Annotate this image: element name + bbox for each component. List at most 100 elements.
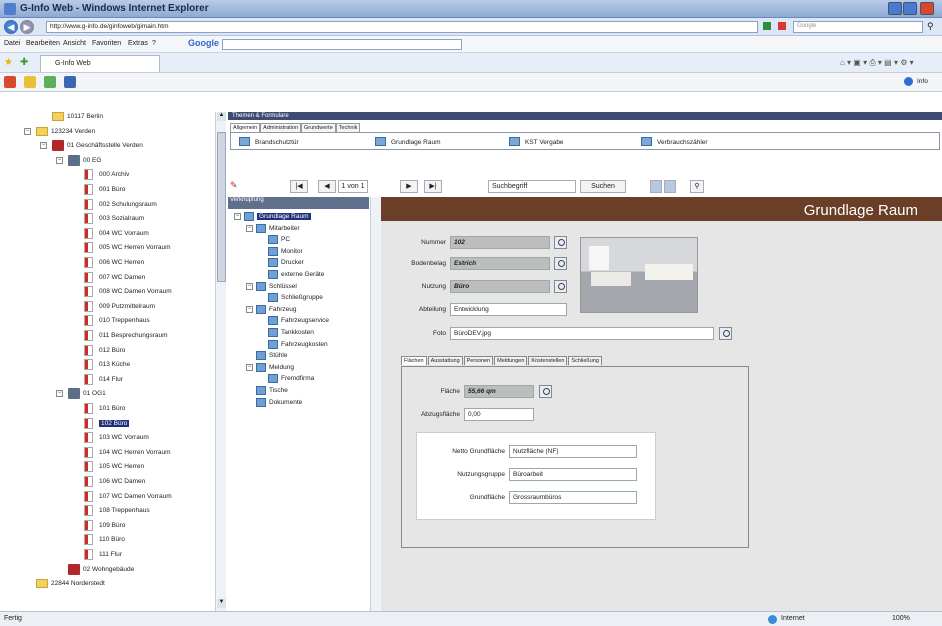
link-tree-item[interactable]: Monitor: [228, 246, 369, 257]
tree-item[interactable]: 107 WC Damen Vorraum: [0, 490, 215, 504]
menu-bearbeiten[interactable]: Bearbeiten: [26, 40, 60, 47]
bodenbelag-lookup-icon[interactable]: [554, 257, 567, 270]
menu-help[interactable]: ?: [152, 40, 156, 47]
scroll-up-arrow[interactable]: ▲: [217, 112, 226, 121]
tree-item[interactable]: 108 Treppenhaus: [0, 504, 215, 518]
link-tree-item[interactable]: − Meldung: [228, 362, 369, 373]
scroll-down-arrow[interactable]: ▼: [217, 599, 226, 608]
new-record-icon[interactable]: ✎: [230, 180, 238, 191]
foto-browse-icon[interactable]: [719, 327, 732, 340]
app-window-icon[interactable]: [64, 76, 76, 88]
expand-toggle-icon[interactable]: −: [246, 305, 253, 313]
search-icon[interactable]: ⚲: [927, 21, 934, 32]
link-tree-item[interactable]: Dokumente: [228, 397, 369, 408]
search-input[interactable]: Google: [793, 21, 923, 33]
app-home-icon[interactable]: [4, 76, 16, 88]
tree-item[interactable]: 011 Besprechungsraum: [0, 329, 215, 343]
prev-record-button[interactable]: ◀: [318, 180, 336, 193]
app-folder-icon[interactable]: [24, 76, 36, 88]
info-icon[interactable]: [904, 77, 913, 86]
first-record-button[interactable]: |◀: [290, 180, 308, 193]
link-tree-item[interactable]: Schließgruppe: [228, 292, 369, 303]
tree-item[interactable]: 001 Büro: [0, 183, 215, 197]
nutzung-field[interactable]: Büro: [450, 280, 550, 293]
expand-toggle-icon[interactable]: −: [24, 127, 31, 135]
abzug-field[interactable]: 0,00: [464, 408, 534, 421]
link-tree-item[interactable]: − Fahrzeug: [228, 304, 369, 315]
tab-technik[interactable]: Technik: [335, 123, 361, 132]
refresh-icon[interactable]: [763, 22, 771, 30]
zoom-icon[interactable]: ⚲: [690, 180, 704, 193]
menu-favoriten[interactable]: Favoriten: [92, 40, 121, 47]
flaeche-lookup-icon[interactable]: [539, 385, 552, 398]
menu-extras[interactable]: Extras: [128, 40, 148, 47]
link-tree-item[interactable]: Tische: [228, 385, 369, 396]
tree-item[interactable]: 103 WC Vorraum: [0, 431, 215, 445]
tree-item[interactable]: − 01 Geschäftsstelle Verden: [0, 139, 215, 153]
tree-item[interactable]: 008 WC Damen Vorraum: [0, 285, 215, 299]
link-tree-item[interactable]: − Schlüssel: [228, 281, 369, 292]
tab-meldungen[interactable]: Meldungen: [494, 356, 528, 365]
tree-item[interactable]: 006 WC Herren: [0, 256, 215, 270]
tree-item[interactable]: 101 Büro: [0, 402, 215, 416]
home-icon[interactable]: ⌂ ▾ ▣ ▾ ⎙ ▾ ▤ ▾ ⚙ ▾: [840, 58, 914, 68]
form-link-verbrauchszaehler[interactable]: Verbrauchszähler: [641, 137, 708, 146]
tree-item[interactable]: 002 Schulungsraum: [0, 198, 215, 212]
tab-grundwerte[interactable]: Grundwerte: [301, 123, 336, 132]
tree-item[interactable]: 014 Flur: [0, 373, 215, 387]
bodenbelag-field[interactable]: Estrich: [450, 257, 550, 270]
netto-field[interactable]: Nutzfläche (NF): [509, 445, 637, 458]
form-link-grundlage-raum[interactable]: Grundlage Raum: [375, 137, 441, 146]
tree-item[interactable]: 007 WC Damen: [0, 271, 215, 285]
menu-datei[interactable]: Datei: [4, 40, 20, 47]
link-tree-item[interactable]: Stühle: [228, 350, 369, 361]
menu-ansicht[interactable]: Ansicht: [63, 40, 86, 47]
expand-toggle-icon[interactable]: −: [56, 390, 63, 398]
expand-toggle-icon[interactable]: −: [56, 156, 63, 164]
stop-icon[interactable]: [778, 22, 786, 30]
foto-field[interactable]: BüroDEV.jpg: [450, 327, 714, 340]
maximize-button[interactable]: [903, 2, 917, 15]
tree-item[interactable]: 22844 Norderstedt: [0, 577, 215, 591]
record-search-input[interactable]: Suchbegriff: [488, 180, 576, 193]
expand-toggle-icon[interactable]: −: [246, 282, 253, 290]
grundflaeche-field[interactable]: Grossraumbüros: [509, 491, 637, 504]
nummer-field[interactable]: 102: [450, 236, 550, 249]
nutzung-lookup-icon[interactable]: [554, 280, 567, 293]
tree-item[interactable]: − 01 OG1: [0, 387, 215, 401]
tab-flaechen[interactable]: Flächen: [401, 356, 427, 365]
expand-toggle-icon[interactable]: −: [234, 213, 241, 220]
tab-administration[interactable]: Administration: [260, 123, 302, 132]
zoom-level[interactable]: 100%: [892, 615, 910, 622]
tree-item[interactable]: 010 Treppenhaus: [0, 314, 215, 328]
url-input[interactable]: http://www.g-info.de/ginfoweb/gimain.htm: [46, 21, 758, 33]
flaeche-field[interactable]: 55,66 qm: [464, 385, 534, 398]
tree-item[interactable]: 012 Büro: [0, 344, 215, 358]
expand-toggle-icon[interactable]: −: [246, 224, 253, 232]
tree-item[interactable]: 111 Flur: [0, 548, 215, 562]
back-button[interactable]: ◀: [4, 20, 18, 34]
link-tree-item[interactable]: − Mitarbeiter: [228, 223, 369, 234]
tab-schliessung[interactable]: Schließung: [568, 356, 602, 365]
link-tree-item[interactable]: externe Geräte: [228, 269, 369, 280]
tree-scrollbar[interactable]: ▲ ▼: [215, 112, 226, 611]
form-link-brandschutz[interactable]: Brandschutztür: [239, 137, 299, 146]
grid-view-icon[interactable]: [664, 180, 676, 193]
tab-ausstattung[interactable]: Ausstattung: [427, 356, 463, 365]
link-tree-item[interactable]: Fremdfirma: [228, 373, 369, 384]
tree-item[interactable]: 009 Putzmittelraum: [0, 300, 215, 314]
tree-item[interactable]: 110 Büro: [0, 533, 215, 547]
tab-allgemein[interactable]: Allgemein: [230, 123, 261, 132]
tree-item[interactable]: 104 WC Herren Vorraum: [0, 446, 215, 460]
link-tree-scrollbar[interactable]: [370, 197, 381, 611]
link-tree-item[interactable]: Drucker: [228, 257, 369, 268]
nutzgruppe-field[interactable]: Büroarbeit: [509, 468, 637, 481]
link-tree-item[interactable]: − Grundlage Raum: [228, 211, 369, 222]
tree-item[interactable]: 106 WC Damen: [0, 475, 215, 489]
link-tree-item[interactable]: Tankkosten: [228, 327, 369, 338]
tree-item[interactable]: 003 Sozialraum: [0, 212, 215, 226]
tree-item[interactable]: − 00 EG: [0, 154, 215, 168]
info-label[interactable]: Info: [917, 78, 928, 85]
favorites-star-icon[interactable]: ★: [4, 57, 13, 68]
last-record-button[interactable]: ▶|: [424, 180, 442, 193]
